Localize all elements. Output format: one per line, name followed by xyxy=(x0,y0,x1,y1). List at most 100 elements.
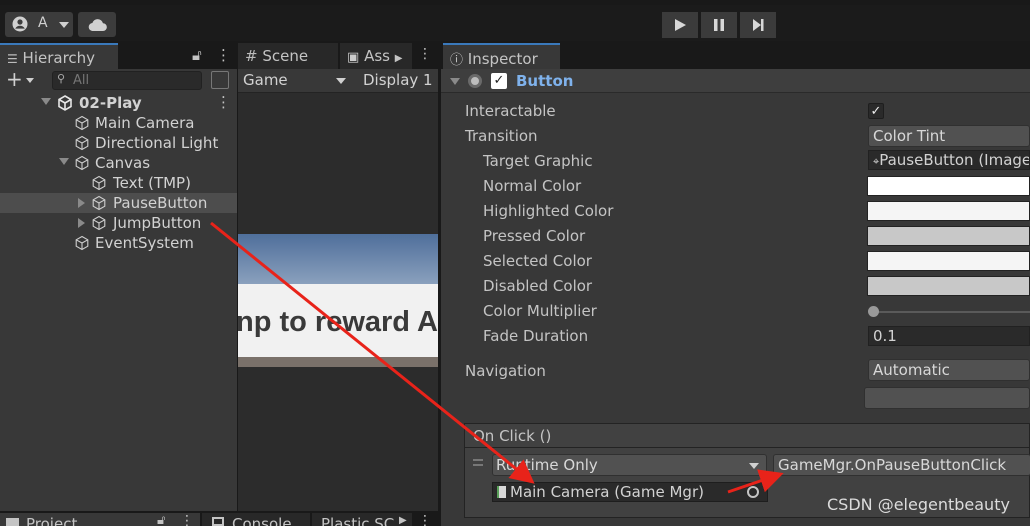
top-toolbar: A xyxy=(0,5,1030,41)
target-graphic-field[interactable]: ⌖PauseButton (Image xyxy=(868,150,1030,170)
game-view-dropdown[interactable]: Game xyxy=(238,70,351,91)
more-menu-icon[interactable]: ⋮ xyxy=(216,93,231,111)
pressed-color-label: Pressed Color xyxy=(483,227,586,245)
hierarchy-item-label: JumpButton xyxy=(113,214,202,232)
interactable-checkbox[interactable]: ✓ xyxy=(868,103,884,119)
drag-handle-icon[interactable] xyxy=(473,459,483,461)
hierarchy-item-main-camera[interactable]: Main Camera xyxy=(0,113,237,133)
more-menu-icon[interactable]: ⋮ xyxy=(216,46,231,64)
tab-project[interactable]: Project 🔓︎ ⋮ xyxy=(0,513,200,526)
pause-button[interactable] xyxy=(701,12,737,38)
hierarchy-item-label: Main Camera xyxy=(95,114,195,132)
pressed-color-swatch[interactable] xyxy=(867,226,1030,246)
step-icon xyxy=(753,19,764,31)
hierarchy-item-jump-button[interactable]: JumpButton xyxy=(0,213,237,233)
scene-root[interactable]: 02-Play ⋮ xyxy=(0,93,237,113)
account-label: A xyxy=(38,15,48,31)
store-icon: ▣ xyxy=(347,50,360,65)
game-tabbar: # Scene ▣ Ass ▶ ⋮ xyxy=(238,43,438,69)
tab-console[interactable]: Console xyxy=(202,513,310,526)
visualize-button[interactable] xyxy=(864,387,1030,409)
hierarchy-item-pause-button[interactable]: PauseButton xyxy=(0,193,237,213)
tab-plastic-label: Plastic SC xyxy=(321,515,395,526)
chevron-down-icon xyxy=(26,78,34,83)
disabled-color-label: Disabled Color xyxy=(483,277,593,295)
account-icon xyxy=(12,16,28,32)
color-multiplier-slider-thumb[interactable] xyxy=(868,306,879,317)
game-view-bottom xyxy=(238,367,438,511)
selected-color-swatch[interactable] xyxy=(867,251,1030,271)
fade-duration-field[interactable]: 0.1 xyxy=(868,326,1030,346)
hierarchy-item-label: EventSystem xyxy=(95,234,194,252)
drag-handle-icon[interactable] xyxy=(473,464,483,466)
transition-dropdown[interactable]: Color Tint xyxy=(868,125,1030,147)
game-view-dark xyxy=(238,94,438,234)
watermark: CSDN @elegentbeauty xyxy=(827,495,1010,514)
pause-icon xyxy=(714,19,724,31)
component-header[interactable]: ✓ Button xyxy=(441,69,1030,93)
scene-visibility-icon[interactable] xyxy=(211,71,229,89)
gameobject-icon xyxy=(75,155,89,171)
disabled-color-swatch[interactable] xyxy=(867,276,1030,296)
display-dropdown[interactable]: Display 1 xyxy=(356,70,438,91)
account-button[interactable]: A xyxy=(5,12,73,37)
more-menu-icon[interactable]: ⋮ xyxy=(180,513,194,526)
cloud-button[interactable] xyxy=(78,12,116,37)
tab-plastic[interactable]: Plastic SC ▶ xyxy=(312,513,412,526)
lock-icon[interactable]: 🔓︎ xyxy=(157,513,165,526)
lock-icon[interactable]: 🔓︎ xyxy=(192,46,202,64)
tab-inspector[interactable]: ⓘ Inspector xyxy=(443,43,560,69)
hierarchy-search-row: + ⚲ xyxy=(0,67,237,93)
selected-color-label: Selected Color xyxy=(483,252,592,270)
highlighted-color-swatch[interactable] xyxy=(867,201,1030,221)
color-multiplier-label: Color Multiplier xyxy=(483,302,597,320)
transition-value: Color Tint xyxy=(873,127,946,145)
object-field[interactable]: Main Camera (Game Mgr) xyxy=(492,482,768,502)
hierarchy-search-input[interactable]: ⚲ xyxy=(52,71,202,90)
tab-project-label: Project xyxy=(26,515,78,526)
function-dropdown[interactable]: GameMgr.OnPauseButtonClick xyxy=(773,454,1030,476)
hierarchy-item-event-system[interactable]: EventSystem xyxy=(0,233,237,253)
object-picker-icon[interactable] xyxy=(747,486,759,498)
tab-console-label: Console xyxy=(232,515,292,526)
chevron-down-icon xyxy=(59,22,69,28)
cloud-icon xyxy=(88,19,107,31)
add-icon[interactable]: + xyxy=(6,67,23,91)
chevron-down-icon xyxy=(336,78,346,84)
play-button[interactable] xyxy=(662,12,698,38)
component-enabled-checkbox[interactable]: ✓ xyxy=(491,73,507,89)
tab-assets[interactable]: ▣ Ass ▶ xyxy=(340,43,412,69)
game-banner-text: np to reward A xyxy=(238,306,438,338)
more-menu-icon[interactable]: ⋮ xyxy=(418,46,432,62)
search-field[interactable] xyxy=(73,73,193,88)
bottom-tabbar: Project 🔓︎ ⋮ Console Plastic SC ▶ ⋮ xyxy=(0,511,441,526)
target-graphic-label: Target Graphic xyxy=(483,152,593,170)
hierarchy-item-directional-light[interactable]: Directional Light xyxy=(0,133,237,153)
fade-duration-value: 0.1 xyxy=(873,327,897,345)
hierarchy-item-label: Canvas xyxy=(95,154,151,172)
function-value: GameMgr.OnPauseButtonClick xyxy=(778,456,1007,474)
more-menu-icon[interactable]: ⋮ xyxy=(418,513,432,526)
gameobject-icon xyxy=(92,195,106,211)
game-view-banner: np to reward A xyxy=(238,284,438,357)
normal-color-swatch[interactable] xyxy=(867,176,1030,196)
navigation-dropdown[interactable]: Automatic xyxy=(868,359,1030,381)
on-click-label: On Click () xyxy=(473,427,552,445)
grid-icon: # xyxy=(245,47,258,65)
step-button[interactable] xyxy=(740,12,776,38)
on-click-header: On Click () xyxy=(464,423,1030,448)
hierarchy-item-canvas[interactable]: Canvas xyxy=(0,153,237,173)
tab-hierarchy[interactable]: ☰ Hierarchy xyxy=(0,43,118,69)
hierarchy-item-text-tmp[interactable]: Text (TMP) xyxy=(0,173,237,193)
color-multiplier-slider-track[interactable] xyxy=(873,311,1030,313)
script-icon xyxy=(497,486,506,498)
transition-label: Transition xyxy=(465,127,538,145)
interactable-label: Interactable xyxy=(465,102,556,120)
expand-arrow-icon xyxy=(41,98,51,105)
hierarchy-item-label: Text (TMP) xyxy=(113,174,191,192)
chevron-right-icon: ▶ xyxy=(399,515,407,526)
game-toolbar: Game Display 1 xyxy=(238,69,438,93)
highlighted-color-label: Highlighted Color xyxy=(483,202,614,220)
tab-scene[interactable]: # Scene xyxy=(238,43,338,69)
runtime-dropdown[interactable]: Runtime Only xyxy=(492,454,767,476)
